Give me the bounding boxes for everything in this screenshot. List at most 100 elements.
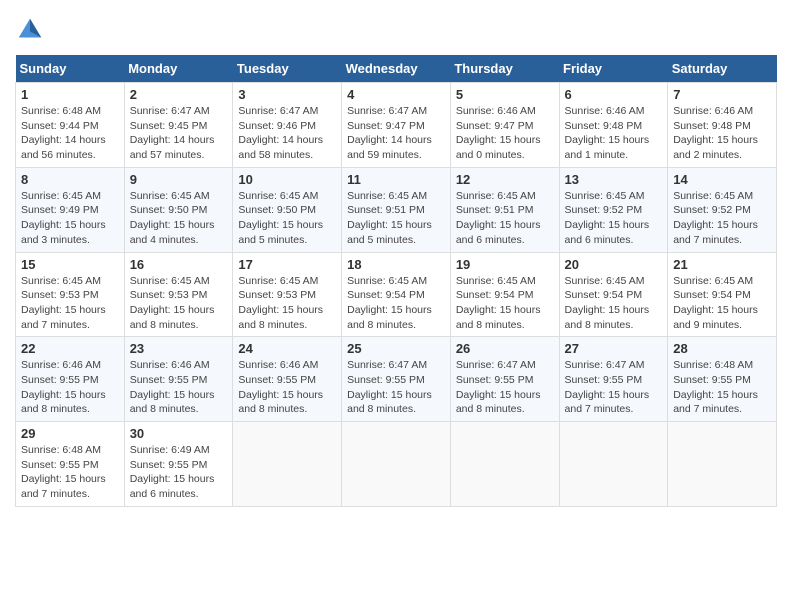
calendar-header-row: SundayMondayTuesdayWednesdayThursdayFrid… xyxy=(16,55,777,83)
day-number: 27 xyxy=(565,341,663,356)
calendar-header-saturday: Saturday xyxy=(668,55,777,83)
day-number: 29 xyxy=(21,426,119,441)
day-info: Sunrise: 6:45 AM Sunset: 9:54 PM Dayligh… xyxy=(565,274,663,333)
day-info: Sunrise: 6:45 AM Sunset: 9:53 PM Dayligh… xyxy=(130,274,228,333)
day-number: 14 xyxy=(673,172,771,187)
calendar-cell: 16 Sunrise: 6:45 AM Sunset: 9:53 PM Dayli… xyxy=(124,252,233,337)
calendar-cell xyxy=(342,422,451,507)
calendar-cell: 24 Sunrise: 6:46 AM Sunset: 9:55 PM Dayli… xyxy=(233,337,342,422)
calendar-cell: 17 Sunrise: 6:45 AM Sunset: 9:53 PM Dayli… xyxy=(233,252,342,337)
page-header xyxy=(15,15,777,45)
calendar-week-row-2: 8 Sunrise: 6:45 AM Sunset: 9:49 PM Daylig… xyxy=(16,167,777,252)
calendar-header-wednesday: Wednesday xyxy=(342,55,451,83)
day-info: Sunrise: 6:47 AM Sunset: 9:55 PM Dayligh… xyxy=(565,358,663,417)
calendar-cell: 15 Sunrise: 6:45 AM Sunset: 9:53 PM Dayli… xyxy=(16,252,125,337)
day-number: 7 xyxy=(673,87,771,102)
day-info: Sunrise: 6:47 AM Sunset: 9:55 PM Dayligh… xyxy=(456,358,554,417)
day-info: Sunrise: 6:45 AM Sunset: 9:52 PM Dayligh… xyxy=(565,189,663,248)
day-number: 12 xyxy=(456,172,554,187)
day-info: Sunrise: 6:45 AM Sunset: 9:49 PM Dayligh… xyxy=(21,189,119,248)
calendar-week-row-4: 22 Sunrise: 6:46 AM Sunset: 9:55 PM Dayli… xyxy=(16,337,777,422)
logo xyxy=(15,15,50,45)
day-info: Sunrise: 6:47 AM Sunset: 9:46 PM Dayligh… xyxy=(238,104,336,163)
calendar-cell: 25Sunrise: 6:47 AM Sunset: 9:55 PM Dayli… xyxy=(342,337,451,422)
calendar-cell: 6 Sunrise: 6:46 AM Sunset: 9:48 PM Daylig… xyxy=(559,83,668,168)
calendar-cell: 30 Sunrise: 6:49 AM Sunset: 9:55 PM Dayli… xyxy=(124,422,233,507)
calendar-header-thursday: Thursday xyxy=(450,55,559,83)
day-info: Sunrise: 6:45 AM Sunset: 9:54 PM Dayligh… xyxy=(456,274,554,333)
day-info: Sunrise: 6:48 AM Sunset: 9:55 PM Dayligh… xyxy=(21,443,119,502)
day-info: Sunrise: 6:46 AM Sunset: 9:55 PM Dayligh… xyxy=(21,358,119,417)
calendar-cell: 7 Sunrise: 6:46 AM Sunset: 9:48 PM Daylig… xyxy=(668,83,777,168)
day-number: 25 xyxy=(347,341,445,356)
calendar-cell xyxy=(559,422,668,507)
day-number: 18 xyxy=(347,257,445,272)
calendar-cell: 5 Sunrise: 6:46 AM Sunset: 9:47 PM Daylig… xyxy=(450,83,559,168)
calendar-cell: 12 Sunrise: 6:45 AM Sunset: 9:51 PM Dayli… xyxy=(450,167,559,252)
calendar-cell xyxy=(668,422,777,507)
calendar-cell: 1 Sunrise: 6:48 AM Sunset: 9:44 PM Daylig… xyxy=(16,83,125,168)
day-info: Sunrise: 6:45 AM Sunset: 9:53 PM Dayligh… xyxy=(21,274,119,333)
day-info: Sunrise: 6:46 AM Sunset: 9:55 PM Dayligh… xyxy=(130,358,228,417)
day-info: Sunrise: 6:49 AM Sunset: 9:55 PM Dayligh… xyxy=(130,443,228,502)
calendar-cell: 8 Sunrise: 6:45 AM Sunset: 9:49 PM Daylig… xyxy=(16,167,125,252)
day-info: Sunrise: 6:45 AM Sunset: 9:51 PM Dayligh… xyxy=(456,189,554,248)
day-number: 28 xyxy=(673,341,771,356)
day-number: 17 xyxy=(238,257,336,272)
calendar-cell: 4 Sunrise: 6:47 AM Sunset: 9:47 PM Daylig… xyxy=(342,83,451,168)
day-info: Sunrise: 6:48 AM Sunset: 9:44 PM Dayligh… xyxy=(21,104,119,163)
calendar-cell: 27 Sunrise: 6:47 AM Sunset: 9:55 PM Dayli… xyxy=(559,337,668,422)
day-info: Sunrise: 6:45 AM Sunset: 9:54 PM Dayligh… xyxy=(347,274,445,333)
calendar-cell: 28 Sunrise: 6:48 AM Sunset: 9:55 PM Dayli… xyxy=(668,337,777,422)
calendar-week-row-1: 1 Sunrise: 6:48 AM Sunset: 9:44 PM Daylig… xyxy=(16,83,777,168)
day-info: Sunrise: 6:45 AM Sunset: 9:53 PM Dayligh… xyxy=(238,274,336,333)
calendar-cell: 20Sunrise: 6:45 AM Sunset: 9:54 PM Dayli… xyxy=(559,252,668,337)
day-number: 10 xyxy=(238,172,336,187)
calendar-cell: 13 Sunrise: 6:45 AM Sunset: 9:52 PM Dayli… xyxy=(559,167,668,252)
day-info: Sunrise: 6:46 AM Sunset: 9:48 PM Dayligh… xyxy=(565,104,663,163)
calendar-cell: 19Sunrise: 6:45 AM Sunset: 9:54 PM Dayli… xyxy=(450,252,559,337)
day-info: Sunrise: 6:45 AM Sunset: 9:51 PM Dayligh… xyxy=(347,189,445,248)
calendar-header-monday: Monday xyxy=(124,55,233,83)
day-info: Sunrise: 6:46 AM Sunset: 9:48 PM Dayligh… xyxy=(673,104,771,163)
calendar-cell: 22 Sunrise: 6:46 AM Sunset: 9:55 PM Dayli… xyxy=(16,337,125,422)
day-number: 24 xyxy=(238,341,336,356)
calendar-cell: 10 Sunrise: 6:45 AM Sunset: 9:50 PM Dayli… xyxy=(233,167,342,252)
day-info: Sunrise: 6:45 AM Sunset: 9:50 PM Dayligh… xyxy=(130,189,228,248)
day-number: 16 xyxy=(130,257,228,272)
day-number: 1 xyxy=(21,87,119,102)
day-info: Sunrise: 6:48 AM Sunset: 9:55 PM Dayligh… xyxy=(673,358,771,417)
day-number: 2 xyxy=(130,87,228,102)
day-number: 13 xyxy=(565,172,663,187)
day-info: Sunrise: 6:46 AM Sunset: 9:55 PM Dayligh… xyxy=(238,358,336,417)
calendar-week-row-5: 29 Sunrise: 6:48 AM Sunset: 9:55 PM Dayli… xyxy=(16,422,777,507)
day-number: 4 xyxy=(347,87,445,102)
calendar-header-friday: Friday xyxy=(559,55,668,83)
calendar-cell: 3Sunrise: 6:47 AM Sunset: 9:46 PM Daylig… xyxy=(233,83,342,168)
logo-icon xyxy=(15,15,45,45)
day-number: 9 xyxy=(130,172,228,187)
day-number: 30 xyxy=(130,426,228,441)
day-info: Sunrise: 6:45 AM Sunset: 9:50 PM Dayligh… xyxy=(238,189,336,248)
calendar-header-tuesday: Tuesday xyxy=(233,55,342,83)
calendar-cell: 2 Sunrise: 6:47 AM Sunset: 9:45 PM Daylig… xyxy=(124,83,233,168)
calendar-table: SundayMondayTuesdayWednesdayThursdayFrid… xyxy=(15,55,777,507)
day-info: Sunrise: 6:45 AM Sunset: 9:54 PM Dayligh… xyxy=(673,274,771,333)
day-info: Sunrise: 6:45 AM Sunset: 9:52 PM Dayligh… xyxy=(673,189,771,248)
calendar-cell: 9 Sunrise: 6:45 AM Sunset: 9:50 PM Daylig… xyxy=(124,167,233,252)
day-number: 5 xyxy=(456,87,554,102)
day-number: 22 xyxy=(21,341,119,356)
day-info: Sunrise: 6:47 AM Sunset: 9:45 PM Dayligh… xyxy=(130,104,228,163)
day-info: Sunrise: 6:47 AM Sunset: 9:47 PM Dayligh… xyxy=(347,104,445,163)
calendar-cell: 14 Sunrise: 6:45 AM Sunset: 9:52 PM Dayli… xyxy=(668,167,777,252)
day-number: 21 xyxy=(673,257,771,272)
day-number: 8 xyxy=(21,172,119,187)
day-number: 15 xyxy=(21,257,119,272)
day-info: Sunrise: 6:46 AM Sunset: 9:47 PM Dayligh… xyxy=(456,104,554,163)
calendar-cell: 18 Sunrise: 6:45 AM Sunset: 9:54 PM Dayli… xyxy=(342,252,451,337)
calendar-cell: 29 Sunrise: 6:48 AM Sunset: 9:55 PM Dayli… xyxy=(16,422,125,507)
day-number: 6 xyxy=(565,87,663,102)
calendar-header-sunday: Sunday xyxy=(16,55,125,83)
day-number: 26 xyxy=(456,341,554,356)
calendar-cell xyxy=(233,422,342,507)
